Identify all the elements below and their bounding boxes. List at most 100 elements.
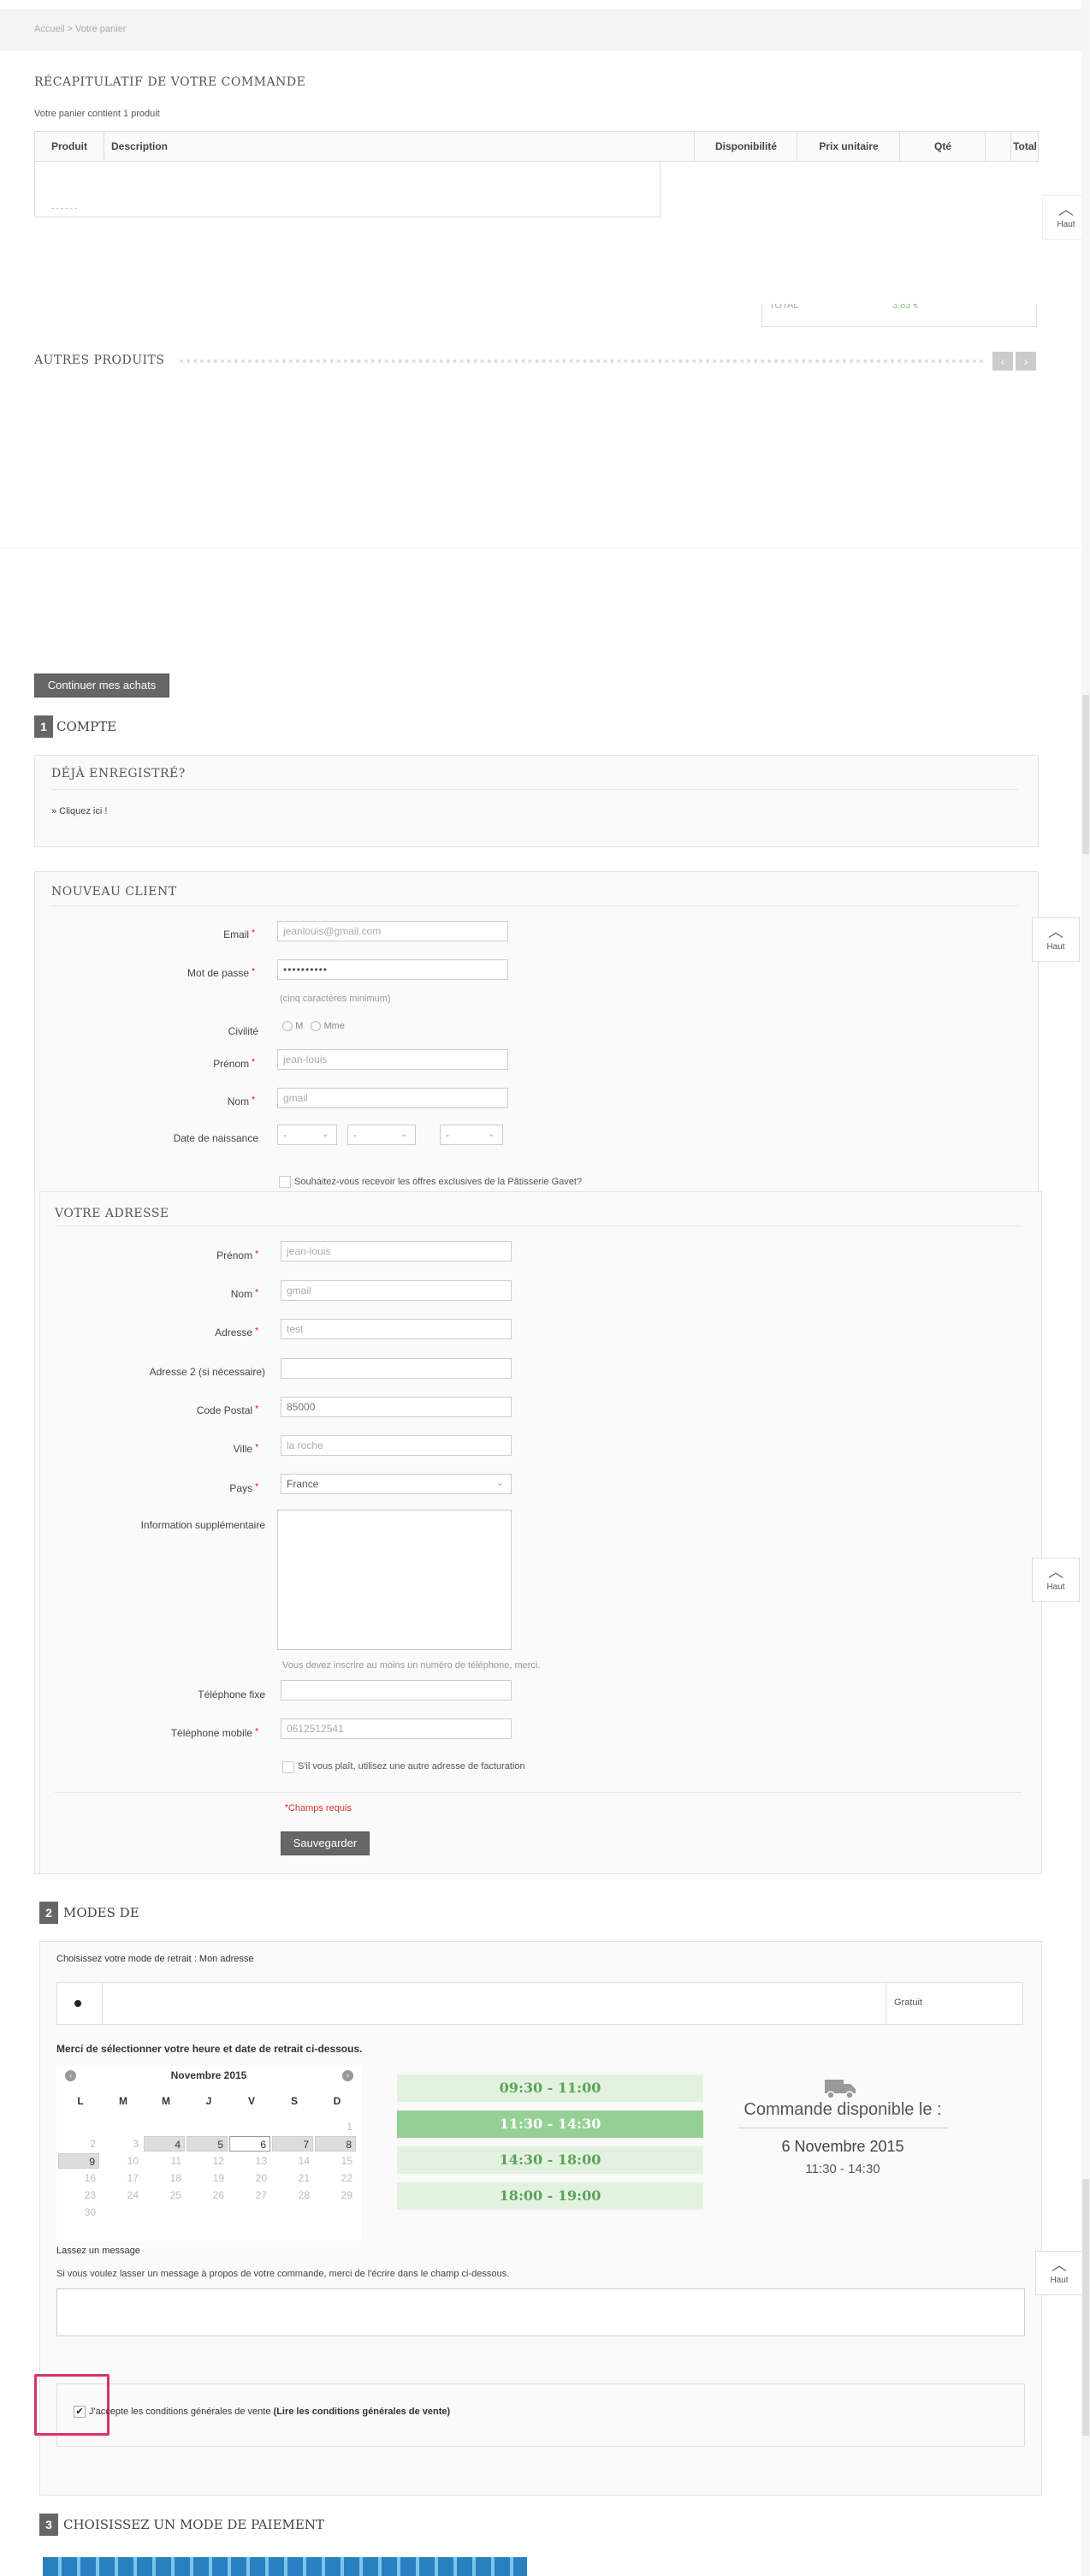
back-to-top-button[interactable]: ︿ Haut xyxy=(1032,1558,1080,1602)
calendar-day: 18 xyxy=(169,2172,181,2184)
terms-link[interactable]: (Lire les conditions générales de vente) xyxy=(274,2407,451,2417)
scrollbar-thumb[interactable] xyxy=(1082,695,1089,854)
cart-total-value: 3,83 € xyxy=(892,304,919,311)
time-slot[interactable]: 09:30 - 11:00 xyxy=(397,2074,703,2102)
summary-subtitle: Votre panier contient 1 produit xyxy=(34,109,160,119)
address-label: Adresse * xyxy=(215,1327,258,1338)
back-to-top-button[interactable]: ︿ Haut xyxy=(1035,2251,1083,2295)
time-slot[interactable]: 14:30 - 18:00 xyxy=(397,2146,703,2174)
calendar-day: 24 xyxy=(127,2189,139,2201)
password-field[interactable]: •••••••••• xyxy=(277,959,508,980)
calendar-day[interactable]: 8 xyxy=(315,2136,356,2152)
calendar-day: 29 xyxy=(341,2189,352,2201)
calendar-day[interactable]: 5 xyxy=(187,2136,228,2152)
step-number: 1 xyxy=(34,715,53,738)
phone-field[interactable] xyxy=(281,1680,512,1701)
mobile-label: Téléphone mobile * xyxy=(170,1727,258,1739)
firstname-field[interactable]: jean-louis xyxy=(277,1049,508,1070)
calendar-day: 14 xyxy=(298,2155,310,2167)
delivery-radio[interactable] xyxy=(74,2000,81,2007)
civility-m-radio[interactable] xyxy=(282,1021,293,1032)
info-textarea[interactable] xyxy=(277,1510,512,1650)
step-number: 2 xyxy=(39,1902,58,1924)
mobile-field[interactable]: 0612512541 xyxy=(281,1718,512,1739)
save-button[interactable]: Sauvegarder xyxy=(281,1831,370,1855)
breadcrumb-home[interactable]: Accueil xyxy=(34,24,64,34)
truck-icon xyxy=(823,2074,857,2100)
calendar-day: 22 xyxy=(341,2172,352,2184)
calendar-day: 26 xyxy=(212,2189,224,2201)
lastname-field[interactable]: gmail xyxy=(277,1088,508,1108)
terms-label: J'accepte les conditions générales de ve… xyxy=(89,2407,451,2417)
new-client-title: NOUVEAU CLIENT xyxy=(51,885,177,899)
calendar-day: 21 xyxy=(298,2172,310,2184)
calendar-day: 13 xyxy=(255,2155,267,2167)
message-textarea[interactable] xyxy=(56,2288,1025,2336)
cart-total-row: TOTAL 3,83 € xyxy=(761,304,1037,327)
email-field[interactable]: jeanlouis@gmail.com xyxy=(277,921,508,941)
time-slot[interactable]: 18:00 - 19:00 xyxy=(397,2182,703,2210)
calendar-day: 10 xyxy=(127,2155,139,2167)
calendar-weekday: J xyxy=(205,2095,212,2107)
delivery-option-row[interactable]: Gratuit xyxy=(56,1982,1023,2025)
birth-year-select[interactable]: - ⌄ xyxy=(440,1125,503,1145)
calendar-day[interactable]: 4 xyxy=(144,2136,185,2152)
col-availability: Disponibilité xyxy=(694,132,797,161)
addr-firstname-field[interactable]: jean-louis xyxy=(281,1241,512,1261)
calendar-weekday: M xyxy=(162,2095,170,2107)
divider xyxy=(180,359,984,363)
postcode-field[interactable]: 85000 xyxy=(281,1397,512,1417)
address-field[interactable]: test xyxy=(281,1319,512,1339)
payment-banner[interactable] xyxy=(43,2557,527,2576)
country-select[interactable]: France ⌄ xyxy=(281,1474,512,1494)
calendar-day: 27 xyxy=(255,2189,267,2201)
breadcrumb-current: Votre panier xyxy=(75,24,127,34)
email-label: Email * xyxy=(223,929,255,941)
civility-mme-radio[interactable] xyxy=(311,1021,322,1032)
calendar-day: 16 xyxy=(84,2172,96,2184)
chevron-up-icon: ︿ xyxy=(1048,923,1063,941)
calendar-day[interactable]: 9 xyxy=(58,2153,99,2169)
message-hint: Si vous voulez lasser un message à propo… xyxy=(56,2269,510,2279)
address2-field[interactable] xyxy=(281,1358,512,1379)
calendar-day: 2 xyxy=(90,2138,96,2150)
calendar-day[interactable]: 7 xyxy=(272,2136,313,2152)
chevron-down-icon: ⌄ xyxy=(400,1129,408,1139)
city-field[interactable]: la roche xyxy=(281,1435,512,1456)
calendar-day: 3 xyxy=(133,2138,139,2150)
step-title: MODES DE xyxy=(63,1905,139,1920)
city-label: Ville * xyxy=(233,1443,258,1455)
delivery-prompt: Merci de sélectionner votre heure et dat… xyxy=(56,2043,363,2055)
billing-checkbox[interactable] xyxy=(282,1761,294,1773)
login-link[interactable]: » Cliquez ici ! xyxy=(51,806,107,816)
newsletter-checkbox[interactable] xyxy=(279,1176,291,1188)
step-title: COMPTE xyxy=(56,719,117,734)
calendar-weekday: M xyxy=(119,2095,127,2107)
scrollbar-thumb[interactable] xyxy=(1082,2179,1089,2436)
step-number: 3 xyxy=(39,2514,58,2536)
terms-checkbox[interactable]: ✔ xyxy=(74,2406,86,2418)
continue-shopping-button[interactable]: Continuer mes achats xyxy=(34,674,169,697)
back-to-top-button[interactable]: ︿ Haut xyxy=(1032,917,1080,962)
civility-options: M Mme xyxy=(282,1021,345,1032)
password-label: Mot de passe * xyxy=(187,967,255,979)
calendar-weekday: D xyxy=(333,2095,341,2107)
birth-day-select[interactable]: - ⌄ xyxy=(277,1125,337,1145)
calendar-weekday: V xyxy=(247,2095,255,2107)
calendar-month: Novembre 2015 xyxy=(170,2069,247,2081)
addr-lastname-field[interactable]: gmail xyxy=(281,1280,512,1301)
chevron-down-icon: ⌄ xyxy=(487,1129,495,1139)
chevron-up-icon: ︿ xyxy=(1048,1564,1063,1581)
calendar-day: 19 xyxy=(212,2172,224,2184)
time-slot[interactable]: 11:30 - 14:30 xyxy=(397,2110,703,2138)
phone-hint: Vous devez inscrire au moins un numéro d… xyxy=(282,1660,541,1671)
divider xyxy=(0,548,1090,549)
calendar-day: 28 xyxy=(298,2189,310,2201)
calendar-weekday: L xyxy=(77,2095,84,2107)
birth-month-select[interactable]: - ⌄ xyxy=(347,1125,416,1145)
carousel-next-button[interactable]: › xyxy=(1016,352,1036,371)
birthdate-label: Date de naissance xyxy=(173,1132,258,1144)
calendar-day[interactable]: 6 xyxy=(229,2136,270,2152)
password-hint: (cinq caractères minimum) xyxy=(280,994,391,1004)
carousel-prev-button[interactable]: ‹ xyxy=(992,352,1013,371)
